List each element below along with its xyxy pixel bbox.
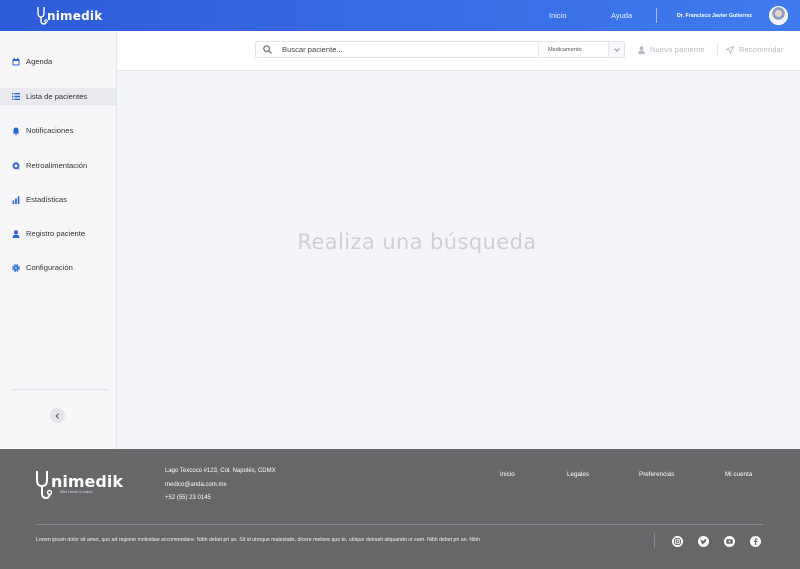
nav-ayuda[interactable]: Ayuda (611, 0, 632, 31)
search-bar: Buscar paciente... Medicamento (255, 41, 625, 58)
filter-dropdown-button[interactable] (608, 42, 624, 57)
list-icon (11, 92, 21, 102)
send-icon (726, 45, 734, 54)
bar-chart-icon (11, 195, 21, 205)
chat-icon (11, 161, 21, 171)
sidebar-item-label: Estadísticas (26, 195, 67, 204)
sidebar-item-configuracion[interactable]: Configuración (0, 259, 116, 276)
sidebar-item-lista-pacientes[interactable]: Lista de pacientes (0, 88, 116, 105)
sidebar-item-label: Configuración (26, 263, 73, 272)
brand-name: nimedik (47, 9, 103, 23)
brand-logo[interactable]: nimedik (36, 5, 102, 27)
nav-inicio[interactable]: Inicio (549, 0, 567, 31)
footer-divider (36, 524, 763, 525)
user-name[interactable]: Dr. Francisco Javier Gutierrez (677, 0, 752, 31)
footer-email[interactable]: medico@anda.com.mx (165, 482, 226, 488)
footer-tagline: Mini Home tu salud (60, 490, 93, 494)
gear-icon (11, 263, 21, 273)
toolbar: Buscar paciente... Medicamento Nuevo pac… (117, 31, 800, 71)
footer-legal-text: Lorem ipsum dolor sit amet, quo ad regio… (36, 537, 481, 543)
sidebar-item-label: Agenda (26, 57, 53, 66)
search-icon (263, 45, 272, 54)
recommend-button[interactable]: Recomendar (726, 41, 784, 58)
footer-separator (654, 533, 655, 548)
youtube-icon[interactable] (724, 536, 735, 547)
bell-icon (11, 126, 21, 136)
footer-address: Lago Texcoco #123, Col. Napolés, CDMX (165, 468, 276, 474)
user-icon (638, 45, 645, 54)
footer-link-mi-cuenta[interactable]: Mi cuenta (725, 471, 752, 478)
top-divider (656, 8, 657, 23)
sidebar-item-retroalimentacion[interactable]: Retroalimentación (0, 157, 116, 174)
facebook-icon[interactable] (750, 536, 761, 547)
sidebar-item-agenda[interactable]: Agenda (0, 53, 116, 70)
sidebar: Agenda Lista de pacientes Notificaciones… (0, 31, 117, 449)
user-icon (11, 229, 21, 239)
chevron-left-icon (55, 412, 59, 419)
sidebar-divider (11, 389, 108, 390)
footer-link-legales[interactable]: Legales (567, 471, 589, 478)
calendar-icon (11, 57, 21, 67)
footer-phone[interactable]: +52 (55) 23 0145 (165, 495, 211, 501)
sidebar-item-label: Notificaciones (26, 126, 74, 135)
avatar[interactable] (769, 6, 788, 25)
toolbar-separator (717, 42, 718, 56)
collapse-sidebar-button[interactable] (50, 408, 65, 423)
search-separator (538, 42, 539, 57)
footer-link-inicio[interactable]: Inicio (500, 471, 515, 478)
stethoscope-logo-icon (36, 471, 52, 500)
twitter-icon[interactable] (698, 536, 709, 547)
top-bar: nimedik Inicio Ayuda Dr. Francisco Javie… (0, 0, 800, 31)
recommend-label: Recomendar (739, 45, 784, 54)
sidebar-item-label: Retroalimentación (26, 161, 88, 170)
footer: nimedik Mini Home tu salud Lago Texcoco … (0, 449, 800, 569)
new-patient-label: Nuevo paciente (650, 45, 705, 54)
search-filter-select[interactable]: Medicamento (548, 42, 582, 57)
sidebar-item-notificaciones[interactable]: Notificaciones (0, 122, 116, 139)
sidebar-item-label: Registro paciente (26, 229, 86, 238)
sidebar-item-label: Lista de pacientes (26, 92, 88, 101)
main-content: Realiza una búsqueda (117, 72, 800, 449)
search-input[interactable]: Buscar paciente... (282, 42, 343, 57)
footer-link-preferencias[interactable]: Preferencias (639, 471, 674, 478)
sidebar-item-registro-paciente[interactable]: Registro paciente (0, 225, 116, 242)
empty-state-message: Realiza una búsqueda (297, 230, 537, 254)
new-patient-button[interactable]: Nuevo paciente (638, 41, 705, 58)
chevron-down-icon (613, 47, 620, 52)
sidebar-item-estadisticas[interactable]: Estadísticas (0, 191, 116, 208)
instagram-icon[interactable] (672, 536, 683, 547)
footer-brand-name: nimedik (51, 472, 123, 491)
